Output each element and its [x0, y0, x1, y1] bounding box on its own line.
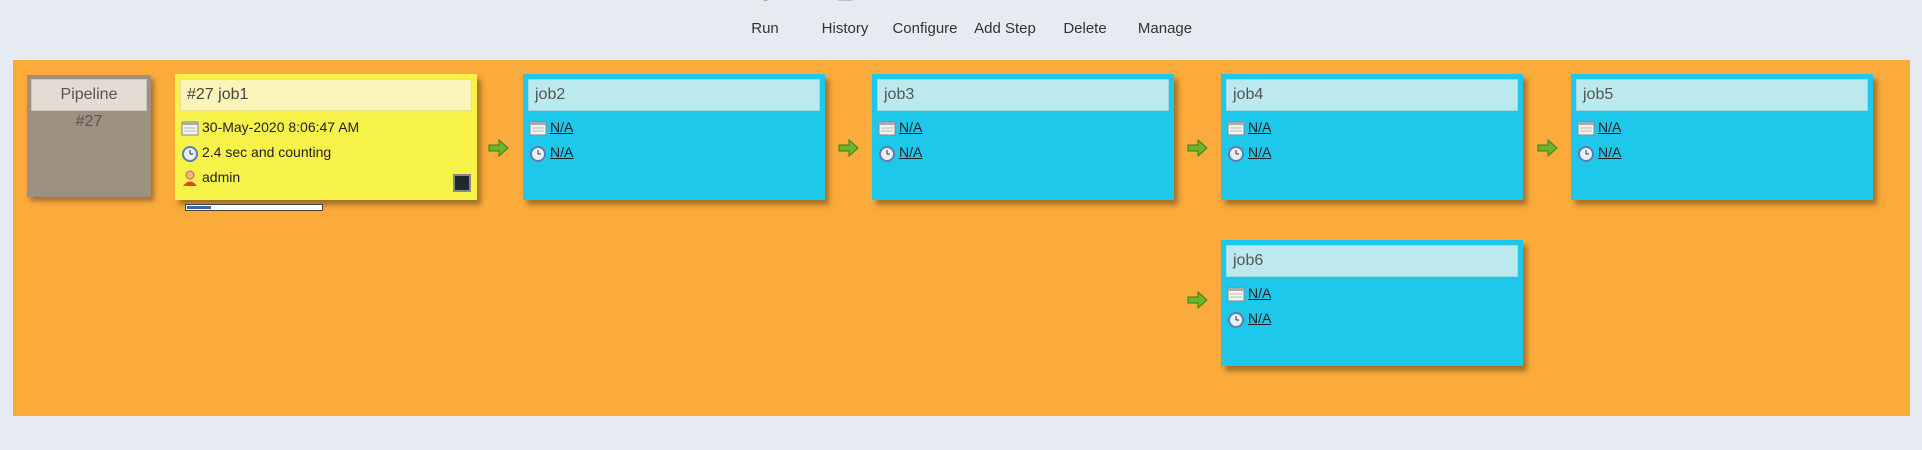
- job-title[interactable]: #27 job1: [180, 79, 472, 111]
- job-card-job1[interactable]: #27 job1 30-May-2020 8:06:47 AM 2.4 sec …: [175, 74, 477, 211]
- job-card-job2[interactable]: job2 N/A N/A: [523, 74, 825, 200]
- run-label: Run: [751, 20, 779, 37]
- job-date-row: N/A: [1577, 117, 1621, 137]
- add-step-button[interactable]: Add Step: [960, 0, 1050, 42]
- job-title[interactable]: job2: [528, 79, 820, 111]
- clock-icon: [1578, 146, 1594, 163]
- arrow-right-icon: [1537, 138, 1558, 158]
- job-duration-row: N/A: [878, 142, 922, 163]
- job-user-row: admin: [181, 167, 240, 187]
- user-icon: [183, 170, 197, 187]
- job-card-job5[interactable]: job5 N/A N/A: [1571, 74, 1873, 200]
- arrow-right-icon: [838, 138, 859, 158]
- run-button[interactable]: Run: [720, 0, 810, 42]
- job-duration: 2.4 sec and counting: [202, 144, 332, 160]
- calendar-icon: [529, 121, 547, 136]
- clock-icon: [879, 146, 895, 163]
- history-icon: [837, 0, 853, 1]
- job-progress-fill: [187, 206, 212, 209]
- job-date-link[interactable]: N/A: [1248, 119, 1271, 135]
- job-date-link[interactable]: N/A: [899, 119, 922, 135]
- clock-icon: [530, 146, 546, 163]
- clock-icon: [1228, 312, 1244, 329]
- job-date-row: 30-May-2020 8:06:47 AM: [181, 117, 359, 137]
- job-card-job4[interactable]: job4 N/A N/A: [1221, 74, 1523, 200]
- calendar-icon: [1227, 121, 1245, 136]
- pipeline-card[interactable]: Pipeline #27: [27, 75, 151, 197]
- job-progress-bar: [185, 204, 323, 211]
- job-duration-row: N/A: [1227, 308, 1271, 329]
- pipeline-canvas: Pipeline #27 #27 job1 30-May-2020 8:06:4…: [13, 60, 1910, 416]
- clock-icon: [182, 146, 198, 163]
- pipeline-build-number[interactable]: #27: [27, 113, 151, 131]
- delete-label: Delete: [1063, 20, 1107, 37]
- history-label: History: [821, 20, 869, 37]
- job-card-job6[interactable]: job6 N/A N/A: [1221, 240, 1523, 366]
- job-duration-link[interactable]: N/A: [899, 144, 922, 160]
- calendar-icon: [1227, 287, 1245, 302]
- job-date-row: N/A: [529, 117, 573, 137]
- configure-button[interactable]: Configure: [880, 0, 970, 42]
- calendar-icon: [181, 121, 199, 136]
- arrow-right-icon: [1187, 138, 1208, 158]
- job-date-link[interactable]: N/A: [550, 119, 573, 135]
- job-date-link[interactable]: N/A: [1598, 119, 1621, 135]
- job-date-link[interactable]: N/A: [1248, 285, 1271, 301]
- job-duration-link[interactable]: N/A: [1248, 310, 1271, 326]
- job-title[interactable]: job6: [1226, 245, 1518, 277]
- job-card-job3[interactable]: job3 N/A N/A: [872, 74, 1174, 200]
- clock-icon: [1228, 146, 1244, 163]
- pipeline-title: Pipeline: [31, 79, 147, 111]
- job-date-row: N/A: [1227, 117, 1271, 137]
- arrow-right-icon: [488, 138, 509, 158]
- calendar-icon: [878, 121, 896, 136]
- job-title[interactable]: job5: [1576, 79, 1868, 111]
- add-step-label: Add Step: [974, 20, 1036, 37]
- job-date-row: N/A: [878, 117, 922, 137]
- toolbar: Run History Configure Add Step Delete Ma…: [720, 0, 1240, 48]
- job-duration-row: N/A: [1577, 142, 1621, 163]
- manage-label: Manage: [1137, 20, 1193, 37]
- console-icon[interactable]: [453, 174, 471, 192]
- job-duration-link[interactable]: N/A: [550, 144, 573, 160]
- arrow-right-icon: [1187, 290, 1208, 310]
- job-user: admin: [202, 169, 241, 185]
- calendar-icon: [1577, 121, 1595, 136]
- job-date: 30-May-2020 8:06:47 AM: [202, 119, 360, 135]
- add-step-icon: [992, 0, 1018, 8]
- delete-button[interactable]: Delete: [1040, 0, 1130, 42]
- manage-button[interactable]: Manage: [1120, 0, 1210, 42]
- job-title[interactable]: job4: [1226, 79, 1518, 111]
- job-duration-row: N/A: [1227, 142, 1271, 163]
- job-duration-row: 2.4 sec and counting: [181, 142, 332, 163]
- manage-icon: [1166, 0, 1168, 1]
- job-duration-link[interactable]: N/A: [1248, 144, 1271, 160]
- job-duration-row: N/A: [529, 142, 573, 163]
- history-button[interactable]: History: [800, 0, 890, 42]
- delete-icon: [1072, 0, 1098, 8]
- job-date-row: N/A: [1227, 283, 1271, 303]
- run-icon: [762, 0, 769, 1]
- configure-label: Configure: [892, 20, 958, 37]
- job-duration-link[interactable]: N/A: [1598, 144, 1621, 160]
- configure-icon: [926, 0, 928, 1]
- job-title[interactable]: job3: [877, 79, 1169, 111]
